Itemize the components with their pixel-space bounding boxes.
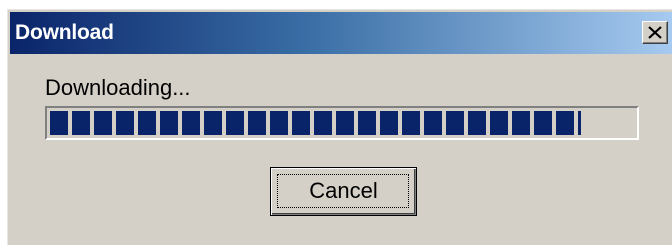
download-progress-bar bbox=[45, 106, 639, 140]
window-title: Download bbox=[15, 21, 114, 44]
progress-fill bbox=[50, 111, 581, 135]
cancel-button-label: Cancel bbox=[309, 178, 378, 203]
status-text: Downloading... bbox=[45, 75, 191, 100]
close-x-icon bbox=[648, 26, 662, 39]
title-bar[interactable]: Download bbox=[10, 12, 672, 54]
close-button[interactable] bbox=[642, 21, 668, 44]
cancel-button[interactable]: Cancel bbox=[270, 167, 417, 216]
download-dialog: Download Downloading... Cancel bbox=[7, 9, 672, 245]
